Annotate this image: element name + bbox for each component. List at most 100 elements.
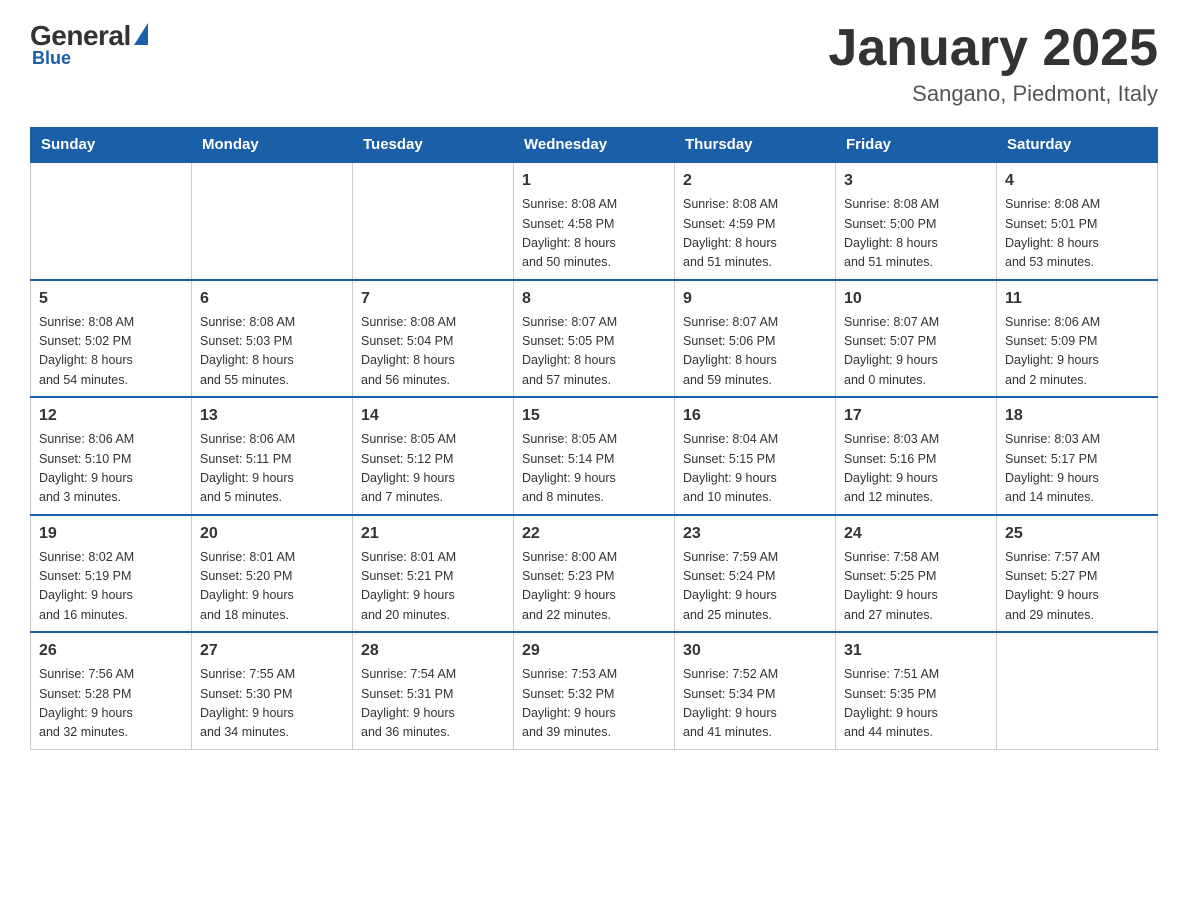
calendar-table: SundayMondayTuesdayWednesdayThursdayFrid… — [30, 127, 1158, 750]
day-number: 13 — [200, 404, 344, 428]
calendar-cell: 7Sunrise: 8:08 AM Sunset: 5:04 PM Daylig… — [353, 280, 514, 398]
day-info: Sunrise: 8:08 AM Sunset: 5:04 PM Dayligh… — [361, 313, 505, 391]
day-header-thursday: Thursday — [675, 128, 836, 163]
day-number: 29 — [522, 639, 666, 663]
day-number: 19 — [39, 522, 183, 546]
day-info: Sunrise: 7:58 AM Sunset: 5:25 PM Dayligh… — [844, 548, 988, 626]
day-number: 30 — [683, 639, 827, 663]
day-number: 17 — [844, 404, 988, 428]
day-header-sunday: Sunday — [31, 128, 192, 163]
day-info: Sunrise: 7:56 AM Sunset: 5:28 PM Dayligh… — [39, 665, 183, 743]
page-header: General Blue January 2025 Sangano, Piedm… — [30, 20, 1158, 107]
calendar-cell: 20Sunrise: 8:01 AM Sunset: 5:20 PM Dayli… — [192, 515, 353, 633]
calendar-cell: 21Sunrise: 8:01 AM Sunset: 5:21 PM Dayli… — [353, 515, 514, 633]
day-info: Sunrise: 8:05 AM Sunset: 5:12 PM Dayligh… — [361, 430, 505, 508]
day-info: Sunrise: 7:52 AM Sunset: 5:34 PM Dayligh… — [683, 665, 827, 743]
day-info: Sunrise: 7:53 AM Sunset: 5:32 PM Dayligh… — [522, 665, 666, 743]
month-year-title: January 2025 — [828, 20, 1158, 77]
day-info: Sunrise: 7:51 AM Sunset: 5:35 PM Dayligh… — [844, 665, 988, 743]
calendar-cell: 4Sunrise: 8:08 AM Sunset: 5:01 PM Daylig… — [997, 162, 1158, 280]
day-number: 7 — [361, 287, 505, 311]
day-number: 28 — [361, 639, 505, 663]
calendar-cell: 28Sunrise: 7:54 AM Sunset: 5:31 PM Dayli… — [353, 632, 514, 749]
day-number: 8 — [522, 287, 666, 311]
day-number: 27 — [200, 639, 344, 663]
calendar-cell: 10Sunrise: 8:07 AM Sunset: 5:07 PM Dayli… — [836, 280, 997, 398]
calendar-cell: 30Sunrise: 7:52 AM Sunset: 5:34 PM Dayli… — [675, 632, 836, 749]
day-info: Sunrise: 8:08 AM Sunset: 5:01 PM Dayligh… — [1005, 195, 1149, 273]
day-info: Sunrise: 8:03 AM Sunset: 5:16 PM Dayligh… — [844, 430, 988, 508]
title-block: January 2025 Sangano, Piedmont, Italy — [828, 20, 1158, 107]
calendar-cell: 22Sunrise: 8:00 AM Sunset: 5:23 PM Dayli… — [514, 515, 675, 633]
calendar-cell: 3Sunrise: 8:08 AM Sunset: 5:00 PM Daylig… — [836, 162, 997, 280]
calendar-cell — [31, 162, 192, 280]
day-number: 3 — [844, 169, 988, 193]
calendar-cell: 6Sunrise: 8:08 AM Sunset: 5:03 PM Daylig… — [192, 280, 353, 398]
day-number: 6 — [200, 287, 344, 311]
day-info: Sunrise: 8:08 AM Sunset: 4:58 PM Dayligh… — [522, 195, 666, 273]
logo-triangle-icon — [134, 23, 148, 45]
day-info: Sunrise: 7:57 AM Sunset: 5:27 PM Dayligh… — [1005, 548, 1149, 626]
day-info: Sunrise: 8:03 AM Sunset: 5:17 PM Dayligh… — [1005, 430, 1149, 508]
day-info: Sunrise: 8:07 AM Sunset: 5:07 PM Dayligh… — [844, 313, 988, 391]
calendar-cell: 5Sunrise: 8:08 AM Sunset: 5:02 PM Daylig… — [31, 280, 192, 398]
day-info: Sunrise: 8:07 AM Sunset: 5:05 PM Dayligh… — [522, 313, 666, 391]
calendar-cell: 16Sunrise: 8:04 AM Sunset: 5:15 PM Dayli… — [675, 397, 836, 515]
calendar-cell: 9Sunrise: 8:07 AM Sunset: 5:06 PM Daylig… — [675, 280, 836, 398]
day-info: Sunrise: 7:54 AM Sunset: 5:31 PM Dayligh… — [361, 665, 505, 743]
day-number: 9 — [683, 287, 827, 311]
calendar-cell: 17Sunrise: 8:03 AM Sunset: 5:16 PM Dayli… — [836, 397, 997, 515]
calendar-cell: 8Sunrise: 8:07 AM Sunset: 5:05 PM Daylig… — [514, 280, 675, 398]
day-number: 1 — [522, 169, 666, 193]
calendar-cell: 29Sunrise: 7:53 AM Sunset: 5:32 PM Dayli… — [514, 632, 675, 749]
calendar-cell: 25Sunrise: 7:57 AM Sunset: 5:27 PM Dayli… — [997, 515, 1158, 633]
day-info: Sunrise: 8:08 AM Sunset: 4:59 PM Dayligh… — [683, 195, 827, 273]
day-info: Sunrise: 8:04 AM Sunset: 5:15 PM Dayligh… — [683, 430, 827, 508]
week-row-5: 26Sunrise: 7:56 AM Sunset: 5:28 PM Dayli… — [31, 632, 1158, 749]
day-number: 4 — [1005, 169, 1149, 193]
day-number: 15 — [522, 404, 666, 428]
day-info: Sunrise: 8:06 AM Sunset: 5:10 PM Dayligh… — [39, 430, 183, 508]
day-number: 23 — [683, 522, 827, 546]
day-number: 24 — [844, 522, 988, 546]
calendar-cell: 27Sunrise: 7:55 AM Sunset: 5:30 PM Dayli… — [192, 632, 353, 749]
day-number: 25 — [1005, 522, 1149, 546]
day-info: Sunrise: 8:06 AM Sunset: 5:09 PM Dayligh… — [1005, 313, 1149, 391]
day-info: Sunrise: 8:08 AM Sunset: 5:00 PM Dayligh… — [844, 195, 988, 273]
day-info: Sunrise: 8:06 AM Sunset: 5:11 PM Dayligh… — [200, 430, 344, 508]
calendar-cell: 31Sunrise: 7:51 AM Sunset: 5:35 PM Dayli… — [836, 632, 997, 749]
logo: General Blue — [30, 20, 148, 69]
day-info: Sunrise: 7:55 AM Sunset: 5:30 PM Dayligh… — [200, 665, 344, 743]
week-row-4: 19Sunrise: 8:02 AM Sunset: 5:19 PM Dayli… — [31, 515, 1158, 633]
location-subtitle: Sangano, Piedmont, Italy — [828, 81, 1158, 107]
calendar-cell: 14Sunrise: 8:05 AM Sunset: 5:12 PM Dayli… — [353, 397, 514, 515]
day-number: 21 — [361, 522, 505, 546]
days-header-row: SundayMondayTuesdayWednesdayThursdayFrid… — [31, 128, 1158, 163]
day-header-monday: Monday — [192, 128, 353, 163]
calendar-cell — [353, 162, 514, 280]
day-number: 31 — [844, 639, 988, 663]
day-header-tuesday: Tuesday — [353, 128, 514, 163]
calendar-cell: 12Sunrise: 8:06 AM Sunset: 5:10 PM Dayli… — [31, 397, 192, 515]
week-row-2: 5Sunrise: 8:08 AM Sunset: 5:02 PM Daylig… — [31, 280, 1158, 398]
calendar-cell: 2Sunrise: 8:08 AM Sunset: 4:59 PM Daylig… — [675, 162, 836, 280]
day-number: 10 — [844, 287, 988, 311]
day-info: Sunrise: 8:07 AM Sunset: 5:06 PM Dayligh… — [683, 313, 827, 391]
calendar-cell: 23Sunrise: 7:59 AM Sunset: 5:24 PM Dayli… — [675, 515, 836, 633]
week-row-3: 12Sunrise: 8:06 AM Sunset: 5:10 PM Dayli… — [31, 397, 1158, 515]
calendar-cell: 18Sunrise: 8:03 AM Sunset: 5:17 PM Dayli… — [997, 397, 1158, 515]
day-info: Sunrise: 8:05 AM Sunset: 5:14 PM Dayligh… — [522, 430, 666, 508]
calendar-cell — [192, 162, 353, 280]
calendar-cell — [997, 632, 1158, 749]
day-info: Sunrise: 8:00 AM Sunset: 5:23 PM Dayligh… — [522, 548, 666, 626]
day-info: Sunrise: 8:01 AM Sunset: 5:20 PM Dayligh… — [200, 548, 344, 626]
day-info: Sunrise: 8:01 AM Sunset: 5:21 PM Dayligh… — [361, 548, 505, 626]
day-header-saturday: Saturday — [997, 128, 1158, 163]
calendar-cell: 19Sunrise: 8:02 AM Sunset: 5:19 PM Dayli… — [31, 515, 192, 633]
day-number: 20 — [200, 522, 344, 546]
day-header-wednesday: Wednesday — [514, 128, 675, 163]
calendar-cell: 24Sunrise: 7:58 AM Sunset: 5:25 PM Dayli… — [836, 515, 997, 633]
calendar-cell: 26Sunrise: 7:56 AM Sunset: 5:28 PM Dayli… — [31, 632, 192, 749]
day-header-friday: Friday — [836, 128, 997, 163]
day-number: 11 — [1005, 287, 1149, 311]
